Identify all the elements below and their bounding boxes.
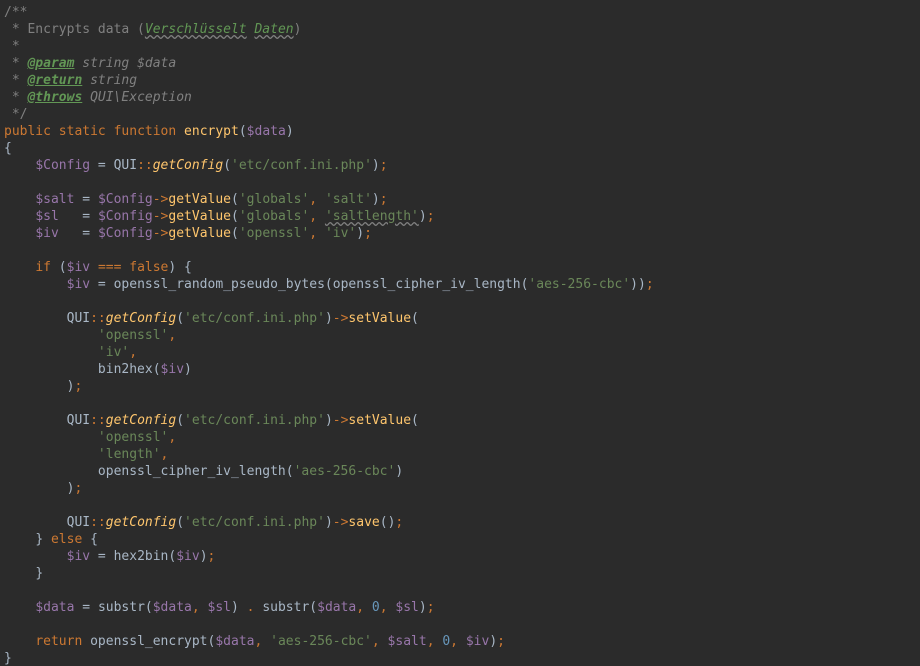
data-substr: $data = substr($data, $sl) . substr($dat…	[35, 600, 434, 615]
arg: 'openssl',	[98, 430, 176, 445]
arg: 'iv',	[98, 345, 137, 360]
brace: }	[35, 566, 43, 581]
close-call: );	[67, 379, 83, 394]
brace: {	[4, 141, 12, 156]
close-call: );	[67, 481, 83, 496]
assign-iv: $iv = $Config->getValue('openssl', 'iv')…	[35, 226, 372, 241]
else-line: } else {	[35, 532, 98, 547]
arg: 'length',	[98, 447, 168, 462]
func-signature: public static function encrypt($data)	[4, 124, 294, 139]
setvalue-iv: QUI::getConfig('etc/conf.ini.php')->setV…	[67, 311, 419, 326]
comment-close: */	[4, 107, 27, 122]
comment-line: *	[4, 39, 20, 54]
gen-iv: $iv = openssl_random_pseudo_bytes(openss…	[67, 277, 654, 292]
comment-line: * Encrypts data (Versch­lüsselt Daten)	[4, 22, 301, 37]
setvalue-len: QUI::getConfig('etc/conf.ini.php')->setV…	[67, 413, 419, 428]
assign-sl: $sl = $Config->getValue('globals', 'salt…	[35, 209, 434, 224]
assign-config: $Config = QUI::getConfig('etc/conf.ini.p…	[35, 158, 387, 173]
arg: bin2hex($iv)	[98, 362, 192, 377]
return-line: return openssl_encrypt($data, 'aes-256-c…	[35, 634, 505, 649]
if-line: if ($iv === false) {	[35, 260, 192, 275]
comment-open: /**	[4, 5, 27, 20]
arg: openssl_cipher_iv_length('aes-256-cbc')	[98, 464, 403, 479]
hex2bin: $iv = hex2bin($iv);	[67, 549, 216, 564]
assign-salt: $salt = $Config->getValue('globals', 'sa…	[35, 192, 387, 207]
code-block: /** * Encrypts data (Versch­lüsselt Date…	[0, 0, 920, 666]
save-call: QUI::getConfig('etc/conf.ini.php')->save…	[67, 515, 404, 530]
comment-throws: * @throws QUI\Exception	[4, 90, 192, 105]
arg: 'openssl',	[98, 328, 176, 343]
comment-return: * @return string	[4, 73, 137, 88]
brace: }	[4, 651, 12, 666]
comment-param: * @param string $data	[4, 56, 176, 71]
